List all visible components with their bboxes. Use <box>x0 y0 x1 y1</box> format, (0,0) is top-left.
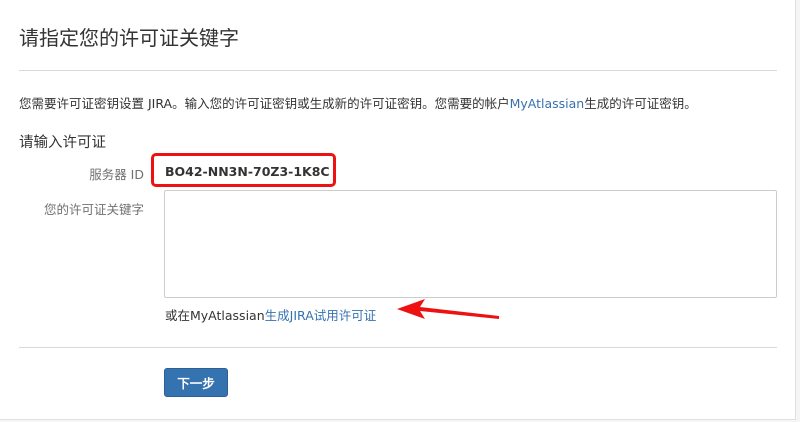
generate-trial-license-link[interactable]: 生成JIRA试用许可证 <box>265 308 377 323</box>
page-title: 请指定您的许可证关键字 <box>19 26 239 50</box>
red-arrow-annotation-icon <box>397 299 499 319</box>
form-divider <box>19 347 777 348</box>
next-button[interactable]: 下一步 <box>164 368 228 397</box>
myatlassian-link[interactable]: MyAtlassian <box>510 96 585 111</box>
server-id-highlight-annotation <box>151 153 336 187</box>
section-title: 请输入许可证 <box>19 135 106 151</box>
license-key-label: 您的许可证关键字 <box>43 202 144 217</box>
server-id-label: 服务器 ID <box>89 167 144 182</box>
intro-text: 您需要许可证密钥设置 JIRA。输入您的许可证密钥或生成新的许可证密钥。您需要的… <box>19 93 697 112</box>
intro-text-after: 生成的许可证密钥。 <box>584 96 697 111</box>
setup-panel: 请指定您的许可证关键字 您需要许可证密钥设置 JIRA。输入您的许可证密钥或生成… <box>0 0 796 420</box>
title-divider <box>19 70 777 71</box>
trial-prefix-text: 或在MyAtlassian <box>165 308 265 323</box>
license-key-textarea[interactable] <box>164 190 777 298</box>
trial-license-line: 或在MyAtlassian生成JIRA试用许可证 <box>165 305 376 324</box>
intro-text-before: 您需要许可证密钥设置 JIRA。输入您的许可证密钥或生成新的许可证密钥。您需要的… <box>19 96 510 111</box>
